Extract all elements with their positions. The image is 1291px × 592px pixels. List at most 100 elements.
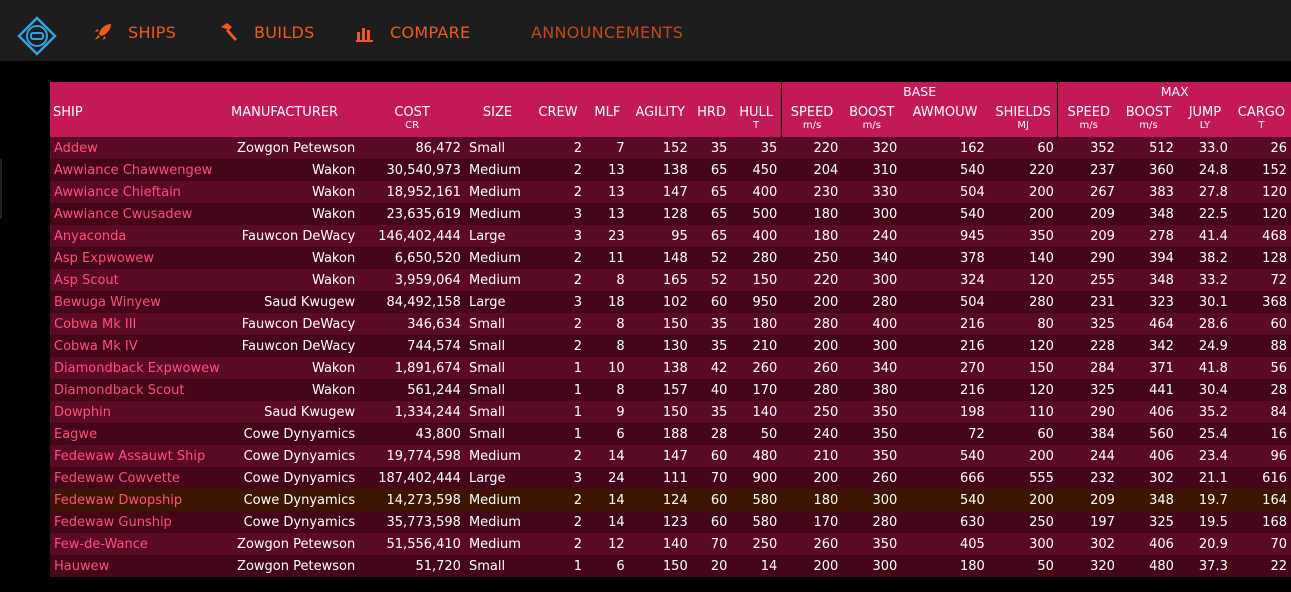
table-row[interactable]: Cobwa Mk IV Fauwcon DeWacy 744,574 Small 2 8 1… (50, 335, 1291, 357)
table-cell: 2 (573, 316, 582, 332)
ship-name-link[interactable]: Anyaconda (50, 225, 228, 247)
table-cell: 8 (616, 338, 625, 354)
column-header[interactable]: SPEED (781, 101, 843, 120)
table-row[interactable]: Fedewaw Assauwt Ship Cowe Dynyamics 19,774… (50, 445, 1291, 467)
table-cell: 368 (1262, 294, 1287, 310)
column-unit: T (731, 120, 782, 137)
ship-name-link[interactable]: Diamondback Expwowew (50, 357, 228, 379)
ship-name-link[interactable]: Awwiance Chawwengew (50, 159, 228, 181)
table-cell: 13 (608, 206, 625, 222)
column-header[interactable]: SPEED (1057, 101, 1119, 120)
ship-name-link[interactable]: Asp Scout (50, 269, 228, 291)
column-header[interactable]: SIZE (464, 101, 531, 120)
table-cell: 2 (573, 448, 582, 464)
column-header[interactable]: HULL (731, 101, 782, 120)
table-cell: 200 (813, 558, 839, 574)
table-cell: 450 (752, 162, 778, 178)
ship-name-link[interactable]: Awwiance Chieftain (50, 181, 228, 203)
table-row[interactable]: Diamondback Expwowew Wakon 1,891,674 Small 1… (50, 357, 1291, 379)
column-header[interactable]: HRD (691, 101, 732, 120)
table-cell: Wakon (311, 206, 356, 222)
column-header[interactable]: CREW (530, 101, 586, 120)
ship-name-link[interactable]: Few-de-Wance (50, 533, 228, 555)
ship-name-link[interactable]: Fedewaw Assauwt Ship (50, 445, 228, 467)
table-cell: 6 (616, 558, 625, 574)
ship-name-link[interactable]: Awwiance Cwusadew (50, 203, 228, 225)
table-row[interactable]: Awwiance Chieftain Wakon 18,952,161 Medium 2… (50, 181, 1291, 203)
column-header[interactable]: COST (359, 101, 465, 120)
ship-name-link[interactable]: Cobwa Mk IV (50, 335, 228, 357)
table-cell: 120 (1029, 382, 1054, 398)
ship-name-link[interactable]: Fedewaw Cowvette (50, 467, 228, 489)
table-row[interactable]: Eagwe Cowe Dynyamics 43,800 Small 1 6 188 28 50 2… (50, 423, 1291, 445)
table-cell: 300 (872, 338, 898, 354)
table-cell: Small (468, 338, 506, 354)
table-cell: 120 (1029, 272, 1054, 288)
column-header[interactable]: JUMP (1177, 101, 1232, 120)
table-row[interactable]: Bewuga Winyew Saud Kwugew 84,492,158 Large 3… (50, 291, 1291, 313)
table-cell: 325 (1090, 382, 1115, 398)
column-header[interactable]: BOOST (842, 101, 902, 120)
table-cell: Wakon (311, 162, 356, 178)
nav-announcements[interactable]: ANNOUNCEMENTS (531, 3, 683, 61)
table-cell: 2 (573, 162, 582, 178)
column-header[interactable]: CARGO (1231, 101, 1291, 120)
table-row[interactable]: Awwiance Chawwengew Wakon 30,540,973 Medium… (50, 159, 1291, 181)
ship-name-link[interactable]: Addew (50, 137, 228, 159)
column-header[interactable]: SHIP (50, 101, 228, 120)
table-row[interactable]: Awwiance Cwusadew Wakon 23,635,619 Medium 3 1… (50, 203, 1291, 225)
table-cell: 278 (1149, 228, 1174, 244)
table-row[interactable]: Fedewaw Cowvette Cowe Dynyamics 187,402,44… (50, 467, 1291, 489)
column-header[interactable]: SHIELDS (988, 101, 1059, 120)
column-header[interactable]: BOOST (1118, 101, 1178, 120)
table-cell: 540 (959, 492, 985, 508)
table-row[interactable]: Cobwa Mk III Fauwcon DeWacy 346,634 Small 2 8… (50, 313, 1291, 335)
ship-name-link[interactable]: Fedewaw Dwopship (50, 489, 228, 511)
table-cell: 188 (662, 426, 688, 442)
table-cell: 540 (959, 448, 985, 464)
app-logo-icon[interactable] (17, 16, 57, 56)
column-header[interactable]: MLF (585, 101, 629, 120)
table-cell: 70 (710, 470, 728, 486)
table-cell: 6 (616, 426, 625, 442)
ship-name-link[interactable]: Dowphin (50, 401, 228, 423)
table-cell: 33.2 (1198, 272, 1228, 288)
nav-builds[interactable]: BUILDS (218, 3, 315, 61)
table-row[interactable]: Dowphin Saud Kwugew 1,334,244 Small 1 9 150 35 1… (50, 401, 1291, 423)
table-cell: Small (468, 316, 506, 332)
table-cell: 348 (1149, 206, 1174, 222)
table-row[interactable]: Addew Zowgon Petewson 86,472 Small 2 7 152 35 35… (50, 137, 1291, 159)
nav-compare[interactable]: COMPARE (354, 3, 470, 61)
table-cell: 180 (813, 206, 839, 222)
table-row[interactable]: Asp Expwowew Wakon 6,650,520 Medium 2 11 148 52… (50, 247, 1291, 269)
ship-name-link[interactable]: Hauwew (50, 555, 228, 577)
table-cell: Medium (468, 514, 521, 530)
table-row[interactable]: Fedewaw Dwopship Cowe Dynyamics 14,273,598… (50, 489, 1291, 511)
table-cell: 7 (616, 140, 625, 156)
table-row[interactable]: Few-de-Wance Zowgon Petewson 51,556,410 Med… (50, 533, 1291, 555)
ship-name-link[interactable]: Diamondback Scout (50, 379, 228, 401)
table-row[interactable]: Anyaconda Fauwcon DeWacy 146,402,444 Large 3… (50, 225, 1291, 247)
table-cell: 20.9 (1198, 536, 1228, 552)
table-cell: 50 (760, 426, 778, 442)
table-row[interactable]: Asp Scout Wakon 3,959,064 Medium 2 8 165 52 150 2… (50, 269, 1291, 291)
column-header[interactable]: MANUFACTURER (227, 101, 360, 120)
table-row[interactable]: Fedewaw Gunship Cowe Dynyamics 35,773,598 M… (50, 511, 1291, 533)
nav-ships[interactable]: SHIPS (92, 3, 176, 61)
table-cell: 19,774,598 (386, 448, 461, 464)
ship-name-link[interactable]: Asp Expwowew (50, 247, 228, 269)
ship-name-link[interactable]: Cobwa Mk III (50, 313, 228, 335)
table-cell: 165 (662, 272, 688, 288)
table-cell: Medium (468, 184, 521, 200)
ship-name-link[interactable]: Eagwe (50, 423, 228, 445)
table-row[interactable]: Hauwew Zowgon Petewson 51,720 Small 1 6 150 20 1… (50, 555, 1291, 577)
table-row[interactable]: Diamondback Scout Wakon 561,244 Small 1 8 157 4… (50, 379, 1291, 401)
table-cell: 360 (1149, 162, 1174, 178)
ship-name-link[interactable]: Bewuga Winyew (50, 291, 228, 313)
column-header[interactable]: AGILITY (628, 101, 692, 120)
header-group-row: BASE MAX (50, 82, 1291, 101)
table-cell: 480 (752, 448, 778, 464)
table-cell: 23.4 (1198, 448, 1228, 464)
column-header[interactable]: AWMOUW (901, 101, 989, 120)
ship-name-link[interactable]: Fedewaw Gunship (50, 511, 228, 533)
